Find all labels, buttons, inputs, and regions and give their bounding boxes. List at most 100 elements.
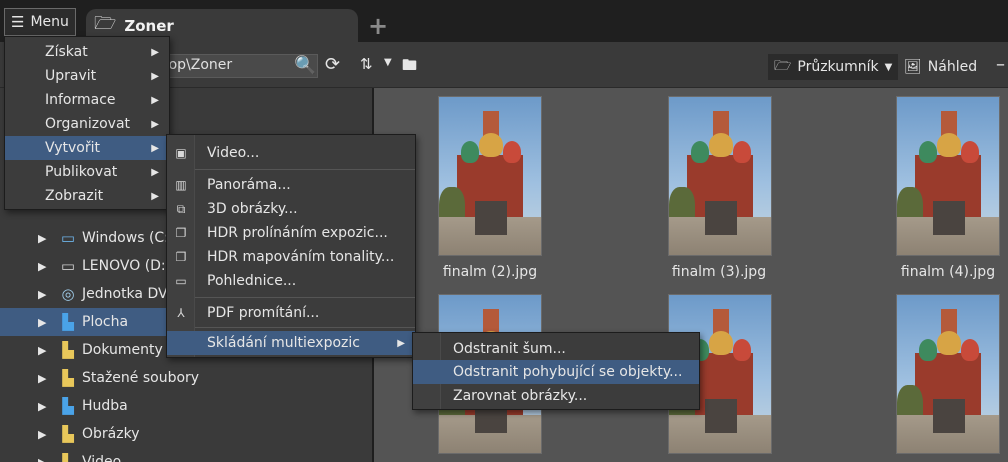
thumbnail-image[interactable] bbox=[896, 96, 1000, 256]
expand-arrow-icon[interactable]: ▶ bbox=[38, 400, 46, 413]
menu-item-label: HDR mapováním tonality... bbox=[207, 249, 395, 265]
expand-arrow-icon[interactable]: ▶ bbox=[38, 456, 46, 462]
explorer-view-button[interactable]: 🗁 Průzkumník ▼ bbox=[768, 54, 899, 80]
thumbnail-image[interactable] bbox=[668, 96, 772, 256]
preview-view-button[interactable]: 🖼 Náhled bbox=[904, 54, 977, 80]
menu-item-label: HDR prolínáním expozic... bbox=[207, 225, 388, 241]
menu-item-3d-images[interactable]: ⧉ 3D obrázky... bbox=[167, 197, 415, 221]
video-icon: ▣ bbox=[175, 146, 187, 160]
menu-button[interactable]: ☰ Menu bbox=[4, 8, 76, 36]
create-submenu: ▣ Video... ▥ Panoráma... ⧉ 3D obrázky...… bbox=[166, 134, 416, 358]
new-folder-icon[interactable]: 🖿 bbox=[402, 55, 417, 80]
tree-item-label: Video bbox=[82, 454, 122, 462]
menu-item-pdf-slideshow[interactable]: ⅄ PDF promítání... bbox=[167, 301, 415, 325]
menu-item-panorama[interactable]: ▥ Panoráma... bbox=[167, 173, 415, 197]
menu-item-label: Zarovnat obrázky... bbox=[453, 388, 588, 404]
submenu-arrow-icon: ▶ bbox=[151, 142, 159, 154]
menu-item-label: Panoráma... bbox=[207, 177, 291, 193]
tab-title: Zoner bbox=[124, 16, 174, 35]
menu-item-label: Odstranit šum... bbox=[453, 341, 566, 357]
menu-item-multiexposure[interactable]: Skládání multiexpozic ▶ bbox=[167, 331, 415, 355]
tree-item[interactable]: ▶ ▙ Stažené soubory bbox=[0, 364, 372, 392]
submenu-arrow-icon: ▶ bbox=[151, 118, 159, 130]
menu-item-remove-noise[interactable]: Odstranit šum... bbox=[413, 337, 699, 361]
menu-item-label: PDF promítání... bbox=[207, 305, 320, 321]
chevron-down-icon[interactable]: ▼ bbox=[384, 57, 392, 68]
pictures-folder-icon: ▙ bbox=[62, 425, 74, 443]
menu-item-label: Vytvořit bbox=[45, 140, 100, 156]
image-icon: 🖼 bbox=[904, 59, 922, 75]
menu-item-label: Organizovat bbox=[45, 116, 131, 132]
menu-item-informace[interactable]: Informace ▶ bbox=[5, 88, 169, 112]
panorama-icon: ▥ bbox=[175, 178, 187, 192]
tree-item-label: Stažené soubory bbox=[82, 370, 200, 386]
main-menu: Získat ▶ Upravit ▶ Informace ▶ Organizov… bbox=[4, 36, 170, 210]
menu-item-label: Video... bbox=[207, 145, 260, 161]
menu-button-label: Menu bbox=[30, 14, 69, 30]
submenu-arrow-icon: ▶ bbox=[151, 190, 159, 202]
expand-arrow-icon[interactable]: ▶ bbox=[38, 260, 46, 273]
3d-images-icon: ⧉ bbox=[176, 201, 186, 216]
downloads-folder-icon: ▙ bbox=[62, 369, 74, 387]
menu-item-label: Zobrazit bbox=[45, 188, 104, 204]
minus-icon[interactable]: – bbox=[996, 54, 1005, 75]
pdf-slideshow-icon: ⅄ bbox=[177, 306, 185, 320]
expand-arrow-icon[interactable]: ▶ bbox=[38, 288, 46, 301]
tree-item[interactable]: ▶ ▙ Hudba bbox=[0, 392, 372, 420]
expand-arrow-icon[interactable]: ▶ bbox=[38, 316, 46, 329]
menu-item-label: Získat bbox=[45, 44, 88, 60]
menu-item-organizovat[interactable]: Organizovat ▶ bbox=[5, 112, 169, 136]
menu-item-publikovat[interactable]: Publikovat ▶ bbox=[5, 160, 169, 184]
sort-icon[interactable]: ⇅ bbox=[360, 55, 373, 73]
tree-item[interactable]: ▶ ▙ Video bbox=[0, 448, 372, 462]
menu-item-ziskat[interactable]: Získat ▶ bbox=[5, 40, 169, 64]
new-tab-button[interactable]: + bbox=[368, 12, 388, 40]
submenu-arrow-icon: ▶ bbox=[151, 46, 159, 58]
thumbnail-caption: finalm (3).jpg bbox=[671, 264, 767, 280]
tree-item-label: Plocha bbox=[82, 314, 129, 330]
folder-icon: 🗁 bbox=[774, 58, 792, 74]
menu-item-hdr-tone[interactable]: ❐ HDR mapováním tonality... bbox=[167, 245, 415, 269]
menu-item-label: Skládání multiexpozic bbox=[207, 335, 360, 351]
expand-arrow-icon[interactable]: ▶ bbox=[38, 344, 46, 357]
submenu-arrow-icon: ▶ bbox=[151, 70, 159, 82]
video-folder-icon: ▙ bbox=[62, 453, 74, 462]
hamburger-icon: ☰ bbox=[11, 12, 25, 31]
multiexposure-submenu: Odstranit šum... Odstranit pohybující se… bbox=[412, 332, 700, 410]
menu-item-remove-moving-objects[interactable]: Odstranit pohybující se objekty... bbox=[413, 360, 699, 384]
expand-arrow-icon[interactable]: ▶ bbox=[38, 428, 46, 441]
tree-item[interactable]: ▶ ▙ Obrázky bbox=[0, 420, 372, 448]
menu-item-align-images[interactable]: Zarovnat obrázky... bbox=[413, 384, 699, 408]
expand-arrow-icon[interactable]: ▶ bbox=[38, 372, 46, 385]
menu-item-upravit[interactable]: Upravit ▶ bbox=[5, 64, 169, 88]
submenu-arrow-icon: ▶ bbox=[151, 166, 159, 178]
submenu-arrow-icon: ▶ bbox=[151, 94, 159, 106]
thumbnail-caption: finalm (4).jpg bbox=[900, 264, 996, 280]
search-icon[interactable]: 🔍 bbox=[294, 55, 316, 76]
refresh-icon[interactable]: ⟳ bbox=[325, 54, 340, 75]
chevron-down-icon: ▼ bbox=[884, 61, 893, 73]
menu-item-vytvorit[interactable]: Vytvořit ▶ bbox=[5, 136, 169, 160]
tree-item-label: Jednotka DV bbox=[82, 286, 168, 302]
tree-item-label: LENOVO (D:) bbox=[82, 258, 172, 274]
menu-item-zobrazit[interactable]: Zobrazit ▶ bbox=[5, 184, 169, 208]
tree-item-label: Hudba bbox=[82, 398, 128, 414]
desktop-folder-icon: ▙ bbox=[62, 313, 74, 331]
thumbnail-caption: finalm (2).jpg bbox=[442, 264, 538, 280]
menu-item-label: Pohlednice... bbox=[207, 273, 297, 289]
menu-item-label: Informace bbox=[45, 92, 116, 108]
thumbnail-image[interactable] bbox=[896, 294, 1000, 454]
explorer-view-label: Průzkumník bbox=[797, 59, 879, 75]
hdr-tone-icon: ❐ bbox=[175, 250, 187, 264]
menu-item-video[interactable]: ▣ Video... bbox=[167, 141, 415, 165]
dvd-drive-icon: ◎ bbox=[61, 285, 75, 303]
tree-item-label: Windows (C:) bbox=[82, 230, 175, 246]
menu-item-postcard[interactable]: ▭ Pohlednice... bbox=[167, 269, 415, 293]
music-folder-icon: ▙ bbox=[62, 397, 74, 415]
menu-item-label: Odstranit pohybující se objekty... bbox=[453, 364, 683, 380]
expand-arrow-icon[interactable]: ▶ bbox=[38, 232, 46, 245]
tree-item-label: Obrázky bbox=[82, 426, 140, 442]
thumbnail-image[interactable] bbox=[438, 96, 542, 256]
menu-item-hdr-blend[interactable]: ❐ HDR prolínáním expozic... bbox=[167, 221, 415, 245]
postcard-icon: ▭ bbox=[175, 274, 187, 288]
